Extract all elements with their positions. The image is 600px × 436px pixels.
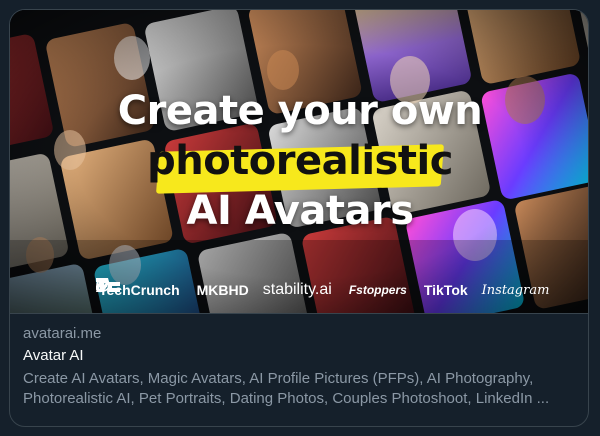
card-info[interactable]: avatarai.me Avatar AI Create AI Avatars,… <box>10 313 588 426</box>
link-preview-card[interactable]: Create your own photorealistic AI Avatar… <box>9 9 589 427</box>
tiktok-logo: TikTok <box>96 278 468 298</box>
headline-line-2-text: photorealistic <box>147 138 453 184</box>
stability-text: stability.ai <box>262 281 332 298</box>
instagram-text: Instagram <box>481 282 550 298</box>
headline-line-3: AI Avatars <box>186 188 414 234</box>
card-domain: avatarai.me <box>23 325 102 342</box>
instagram-logo: Instagram <box>482 283 550 298</box>
card-description-line-2: Photorealistic AI, Pet Portraits, Dating… <box>23 390 550 407</box>
tiktok-text: TikTok <box>423 282 468 298</box>
headline-line-1: Create your own <box>117 88 483 134</box>
stability-logo: stability.ai <box>263 281 332 299</box>
banner-image[interactable]: Create your own photorealistic AI Avatar… <box>10 10 588 313</box>
fstoppers-logo: F Fstoppers <box>96 278 407 297</box>
press-logos: TechCrunch MKBHD stability.ai F Fstopper… <box>96 278 556 302</box>
card-title: Avatar AI <box>23 347 84 364</box>
headline-line-2: photorealistic <box>10 138 588 184</box>
mkbhd-logo: MKBHD <box>96 278 249 298</box>
card-description-line-1: Create AI Avatars, Magic Avatars, AI Pro… <box>23 370 534 387</box>
mkbhd-text: MKBHD <box>196 282 249 298</box>
fstoppers-text: Fstoppers <box>348 283 407 297</box>
